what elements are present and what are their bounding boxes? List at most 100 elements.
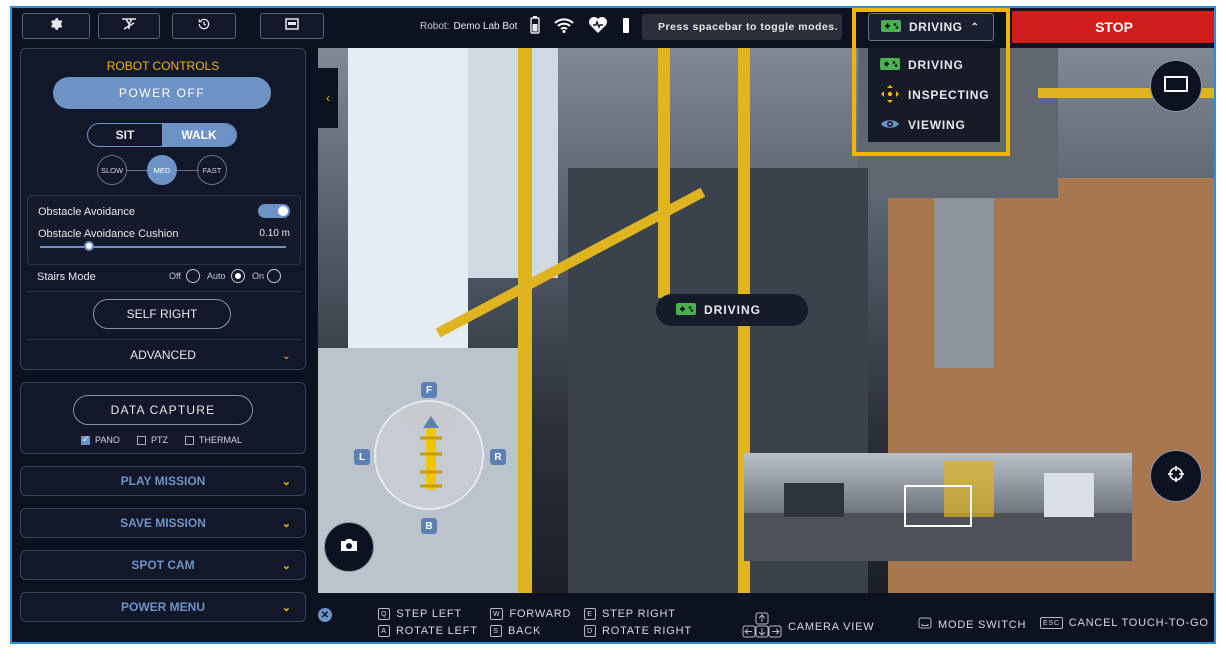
spot-cam-menu[interactable]: SPOT CAM ⌄ — [20, 550, 306, 580]
stairs-auto-label: Auto — [207, 271, 226, 281]
current-mode-indicator: DRIVING — [656, 294, 808, 326]
obstacle-settings: Obstacle Avoidance Obstacle Avoidance Cu… — [27, 195, 301, 265]
stairs-on-radio[interactable] — [267, 269, 281, 283]
mode-dropdown-menu: DRIVING INSPECTING VIEWING — [868, 48, 1000, 142]
stairs-off-label: Off — [169, 271, 181, 281]
data-capture-card: DATA CAPTURE PANO PTZ THERMAL — [20, 382, 306, 454]
stairs-mode-label: Stairs Mode — [37, 271, 96, 283]
mode-option-label: VIEWING — [908, 118, 966, 132]
thermal-checkbox[interactable] — [185, 436, 194, 446]
left-panel: ROBOT CONTROLS POWER OFF SIT WALK SLOW M… — [12, 46, 316, 642]
mode-dropdown-label: DRIVING — [909, 20, 963, 34]
divider — [27, 339, 301, 340]
mode-dropdown-button[interactable]: DRIVING ⌃ — [868, 13, 994, 41]
data-capture-button[interactable]: DATA CAPTURE — [73, 395, 253, 425]
toggle-modes-toast: Press spacebar to toggle modes. — [642, 14, 842, 40]
chevron-down-icon: ⌄ — [281, 601, 291, 614]
hint-label: FORWARD — [509, 608, 572, 620]
history-button[interactable] — [172, 13, 236, 39]
mode-option-inspecting[interactable]: INSPECTING — [868, 80, 1000, 110]
arrow-keys-icon — [742, 612, 782, 641]
camera-view[interactable]: ‹ DRIVING F B L R — [318, 48, 1214, 593]
walk-button[interactable]: WALK — [162, 124, 236, 146]
hint-label: STEP LEFT — [396, 608, 462, 620]
hint-cancel: ESC CANCEL TOUCH-TO-GO — [1040, 617, 1209, 629]
chevron-left-icon: ‹ — [326, 91, 330, 105]
power-off-button[interactable]: POWER OFF — [53, 77, 271, 109]
pano-label: PANO — [95, 435, 120, 445]
crosshair-icon — [1167, 465, 1185, 488]
gait-toggle: SIT WALK — [87, 123, 237, 147]
power-menu-label: POWER MENU — [121, 600, 205, 614]
layout-button[interactable] — [260, 13, 324, 39]
dock-icon — [120, 17, 138, 36]
play-mission-label: PLAY MISSION — [120, 474, 206, 488]
mode-option-driving[interactable]: DRIVING — [868, 50, 1000, 80]
pano-checkbox[interactable] — [81, 434, 90, 446]
sit-button[interactable]: SIT — [88, 124, 162, 146]
snapshot-button[interactable] — [324, 522, 374, 572]
fullscreen-button[interactable] — [1150, 60, 1202, 112]
stop-button[interactable]: STOP — [1012, 11, 1214, 43]
data-capture-option-pano[interactable]: PANO — [81, 434, 120, 446]
close-hints-button[interactable]: ✕ — [318, 608, 332, 622]
chevron-down-icon: ⌄ — [281, 517, 291, 530]
robot-label-prefix: Robot: — [420, 21, 450, 32]
ptz-checkbox[interactable] — [137, 436, 146, 446]
self-right-button[interactable]: SELF RIGHT — [93, 299, 231, 329]
compass-back-label: B — [421, 518, 437, 534]
key-a: A — [378, 625, 390, 637]
save-mission-menu[interactable]: SAVE MISSION ⌄ — [20, 508, 306, 538]
hint-forward: W FORWARD — [490, 608, 571, 620]
robot-label: Robot: Demo Lab Bot — [420, 21, 517, 32]
current-mode-label: DRIVING — [704, 303, 762, 317]
hint-back: S BACK — [490, 625, 541, 637]
advanced-expander[interactable]: ADVANCED ⌄ — [21, 341, 305, 369]
robot-controls-title: ROBOT CONTROLS — [106, 59, 220, 73]
data-capture-option-ptz[interactable]: PTZ — [137, 435, 168, 446]
chevron-up-icon: ⌃ — [970, 21, 980, 33]
key-e: E — [584, 608, 596, 620]
hint-label: MODE SWITCH — [938, 618, 1027, 631]
key-d: D — [584, 625, 596, 637]
target-button[interactable] — [1150, 450, 1202, 502]
robot-compass[interactable] — [374, 400, 484, 510]
hint-label: ROTATE RIGHT — [602, 625, 692, 637]
panorama-minimap[interactable] — [744, 453, 1132, 561]
cushion-value: 0.10 m — [259, 228, 290, 239]
compass-left-label: L — [354, 449, 370, 465]
dock-button[interactable] — [98, 13, 160, 39]
stairs-auto-radio[interactable] — [231, 269, 245, 283]
obstacle-avoidance-label: Obstacle Avoidance — [38, 206, 136, 218]
gamepad-icon — [880, 57, 900, 73]
hint-label: BACK — [508, 625, 542, 637]
gamepad-icon — [881, 19, 901, 35]
mode-option-label: INSPECTING — [908, 88, 990, 102]
play-mission-menu[interactable]: PLAY MISSION ⌄ — [20, 466, 306, 496]
thermal-label: THERMAL — [199, 435, 243, 445]
cushion-slider-handle[interactable] — [84, 241, 94, 251]
speed-med-button[interactable]: MED — [147, 155, 177, 185]
mode-option-viewing[interactable]: VIEWING — [868, 110, 1000, 140]
stairs-off-radio[interactable] — [186, 269, 200, 283]
battery-secondary-icon — [622, 16, 630, 39]
divider — [27, 291, 301, 292]
power-menu[interactable]: POWER MENU ⌄ — [20, 592, 306, 622]
compass-right-label: R — [490, 449, 506, 465]
robot-name: Demo Lab Bot — [453, 21, 518, 32]
speed-fast-button[interactable]: FAST — [197, 155, 227, 185]
cushion-slider-track[interactable] — [40, 246, 286, 248]
obstacle-avoidance-toggle[interactable] — [258, 204, 290, 218]
collapse-panel-tab[interactable]: ‹ — [318, 68, 338, 128]
health-heart-icon — [588, 16, 608, 39]
stairs-on-label: On — [252, 271, 265, 281]
speed-slow-button[interactable]: SLOW — [97, 155, 127, 185]
settings-button[interactable] — [22, 13, 90, 39]
pano-view-frame[interactable] — [904, 485, 972, 527]
wifi-icon — [554, 17, 574, 38]
status-icons — [530, 16, 630, 39]
window-light — [348, 48, 468, 348]
robot-controls-card: ROBOT CONTROLS POWER OFF SIT WALK SLOW M… — [20, 48, 306, 370]
data-capture-option-thermal[interactable]: THERMAL — [185, 435, 243, 446]
hint-step-left: Q STEP LEFT — [378, 608, 462, 620]
